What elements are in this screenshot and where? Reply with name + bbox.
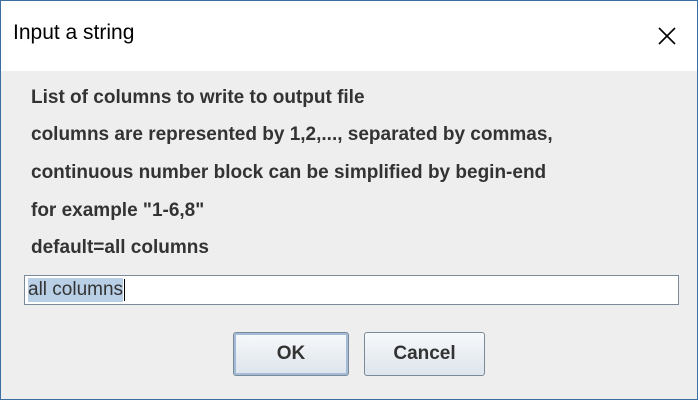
message-line-3: continuous number block can be simplifie… (31, 162, 547, 183)
message-line-1: List of columns to write to output file (31, 87, 365, 108)
input-dialog: Input a string List of columns to write … (0, 0, 698, 400)
text-caret (124, 279, 126, 301)
dialog-titlebar[interactable]: Input a string (1, 1, 697, 71)
message-line-2: columns are represented by 1,2,..., sepa… (31, 124, 553, 145)
input-value: all columns (28, 278, 124, 302)
dialog-title: Input a string (13, 21, 135, 44)
message-line-4: for example "1-6,8" (31, 200, 205, 221)
columns-input[interactable]: all columns (24, 275, 679, 305)
dialog-content: List of columns to write to output file … (1, 71, 697, 399)
ok-button[interactable]: OK (233, 332, 349, 376)
cancel-button[interactable]: Cancel (364, 332, 485, 376)
close-icon (657, 26, 677, 46)
message-line-5: default=all columns (31, 237, 209, 258)
close-button[interactable] (637, 1, 697, 71)
